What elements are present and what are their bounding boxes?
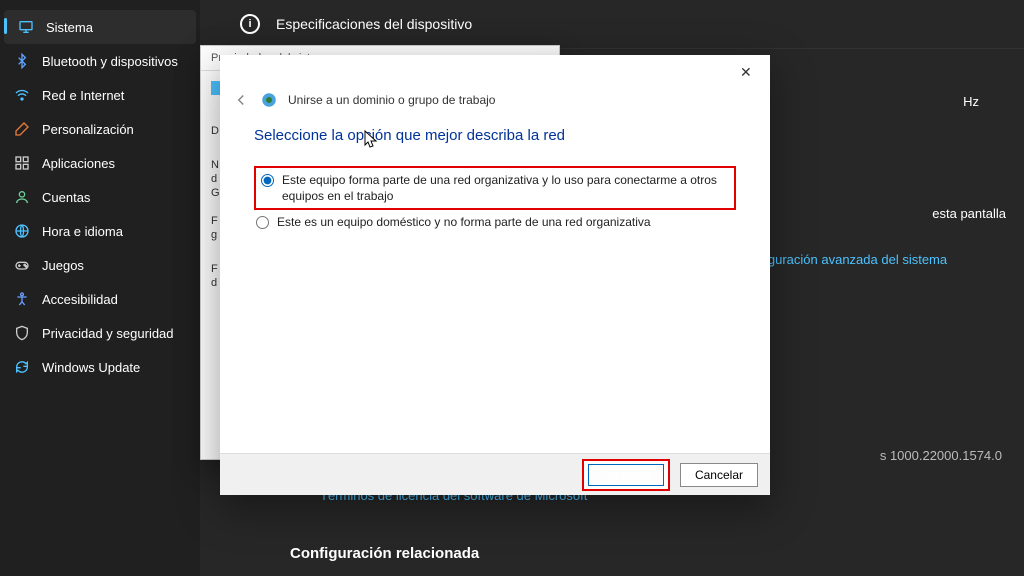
globe-icon <box>14 223 30 239</box>
sidebar-item-system[interactable]: Sistema <box>4 10 196 44</box>
bluetooth-icon <box>14 53 30 69</box>
update-icon <box>14 359 30 375</box>
sidebar-item-accessibility[interactable]: Accesibilidad <box>0 282 200 316</box>
sidebar-item-label: Privacidad y seguridad <box>42 326 174 341</box>
radio-home-label: Este es un equipo doméstico y no forma p… <box>277 214 651 230</box>
cursor-icon <box>364 130 378 148</box>
apps-icon <box>14 155 30 171</box>
join-domain-dialog: ✕ Unirse a un dominio o grupo de trabajo… <box>220 55 770 495</box>
dialog-header: Unirse a un dominio o grupo de trabajo <box>220 55 770 109</box>
sidebar-item-personalization[interactable]: Personalización <box>0 112 200 146</box>
radio-organizational-input[interactable] <box>261 174 274 187</box>
sidebar-item-label: Sistema <box>46 20 93 35</box>
version-fragment: s 1000.22000.1574.0 <box>880 448 1002 463</box>
sidebar-item-gaming[interactable]: Juegos <box>0 248 200 282</box>
screen-fragment: esta pantalla <box>932 206 1006 221</box>
access-icon <box>14 291 30 307</box>
dialog-footer: Siguiente Cancelar <box>220 453 770 495</box>
info-icon: i <box>240 14 260 34</box>
highlighted-option: Este equipo forma parte de una red organ… <box>254 166 736 210</box>
games-icon <box>14 257 30 273</box>
wifi-icon <box>14 87 30 103</box>
sidebar-item-apps[interactable]: Aplicaciones <box>0 146 200 180</box>
sidebar-item-label: Cuentas <box>42 190 90 205</box>
hz-fragment: Hz <box>963 94 979 109</box>
network-type-radio-group: Este equipo forma parte de una red organ… <box>254 166 736 233</box>
radio-option-home[interactable]: Este es un equipo doméstico y no forma p… <box>254 212 736 232</box>
user-icon <box>14 189 30 205</box>
sidebar-item-label: Personalización <box>42 122 134 137</box>
radio-organizational-label: Este equipo forma parte de una red organ… <box>282 172 729 204</box>
sidebar-item-privacy[interactable]: Privacidad y seguridad <box>0 316 200 350</box>
cancel-button[interactable]: Cancelar <box>680 463 758 487</box>
sidebar-item-bluetooth[interactable]: Bluetooth y dispositivos <box>0 44 200 78</box>
radio-option-organizational[interactable]: Este equipo forma parte de una red organ… <box>259 170 731 206</box>
sidebar-item-update[interactable]: Windows Update <box>0 350 200 384</box>
sidebar-item-label: Windows Update <box>42 360 140 375</box>
sidebar-item-network[interactable]: Red e Internet <box>0 78 200 112</box>
shield-icon <box>14 325 30 341</box>
sidebar-item-label: Aplicaciones <box>42 156 115 171</box>
close-icon[interactable]: ✕ <box>740 65 756 81</box>
dialog-heading: Seleccione la opción que mejor describa … <box>254 127 736 144</box>
sidebar-item-label: Juegos <box>42 258 84 273</box>
sidebar-item-label: Red e Internet <box>42 88 124 103</box>
sidebar-item-label: Accesibilidad <box>42 292 118 307</box>
back-arrow-icon[interactable] <box>232 91 250 109</box>
brush-icon <box>14 121 30 137</box>
sidebar-item-label: Bluetooth y dispositivos <box>42 54 178 69</box>
advanced-system-link[interactable]: iguración avanzada del sistema <box>765 252 947 267</box>
device-spec-label: Especificaciones del dispositivo <box>276 16 472 32</box>
related-config-heading: Configuración relacionada <box>290 545 479 562</box>
next-button[interactable]: Siguiente <box>582 459 670 491</box>
dialog-header-text: Unirse a un dominio o grupo de trabajo <box>288 93 495 107</box>
settings-sidebar: Sistema Bluetooth y dispositivos Red e I… <box>0 0 200 576</box>
device-spec-row[interactable]: i Especificaciones del dispositivo <box>200 0 1024 49</box>
sidebar-item-accounts[interactable]: Cuentas <box>0 180 200 214</box>
sidebar-item-time-language[interactable]: Hora e idioma <box>0 214 200 248</box>
sidebar-item-label: Hora e idioma <box>42 224 123 239</box>
radio-home-input[interactable] <box>256 216 269 229</box>
system-icon <box>18 19 34 35</box>
network-wizard-icon <box>260 91 278 109</box>
